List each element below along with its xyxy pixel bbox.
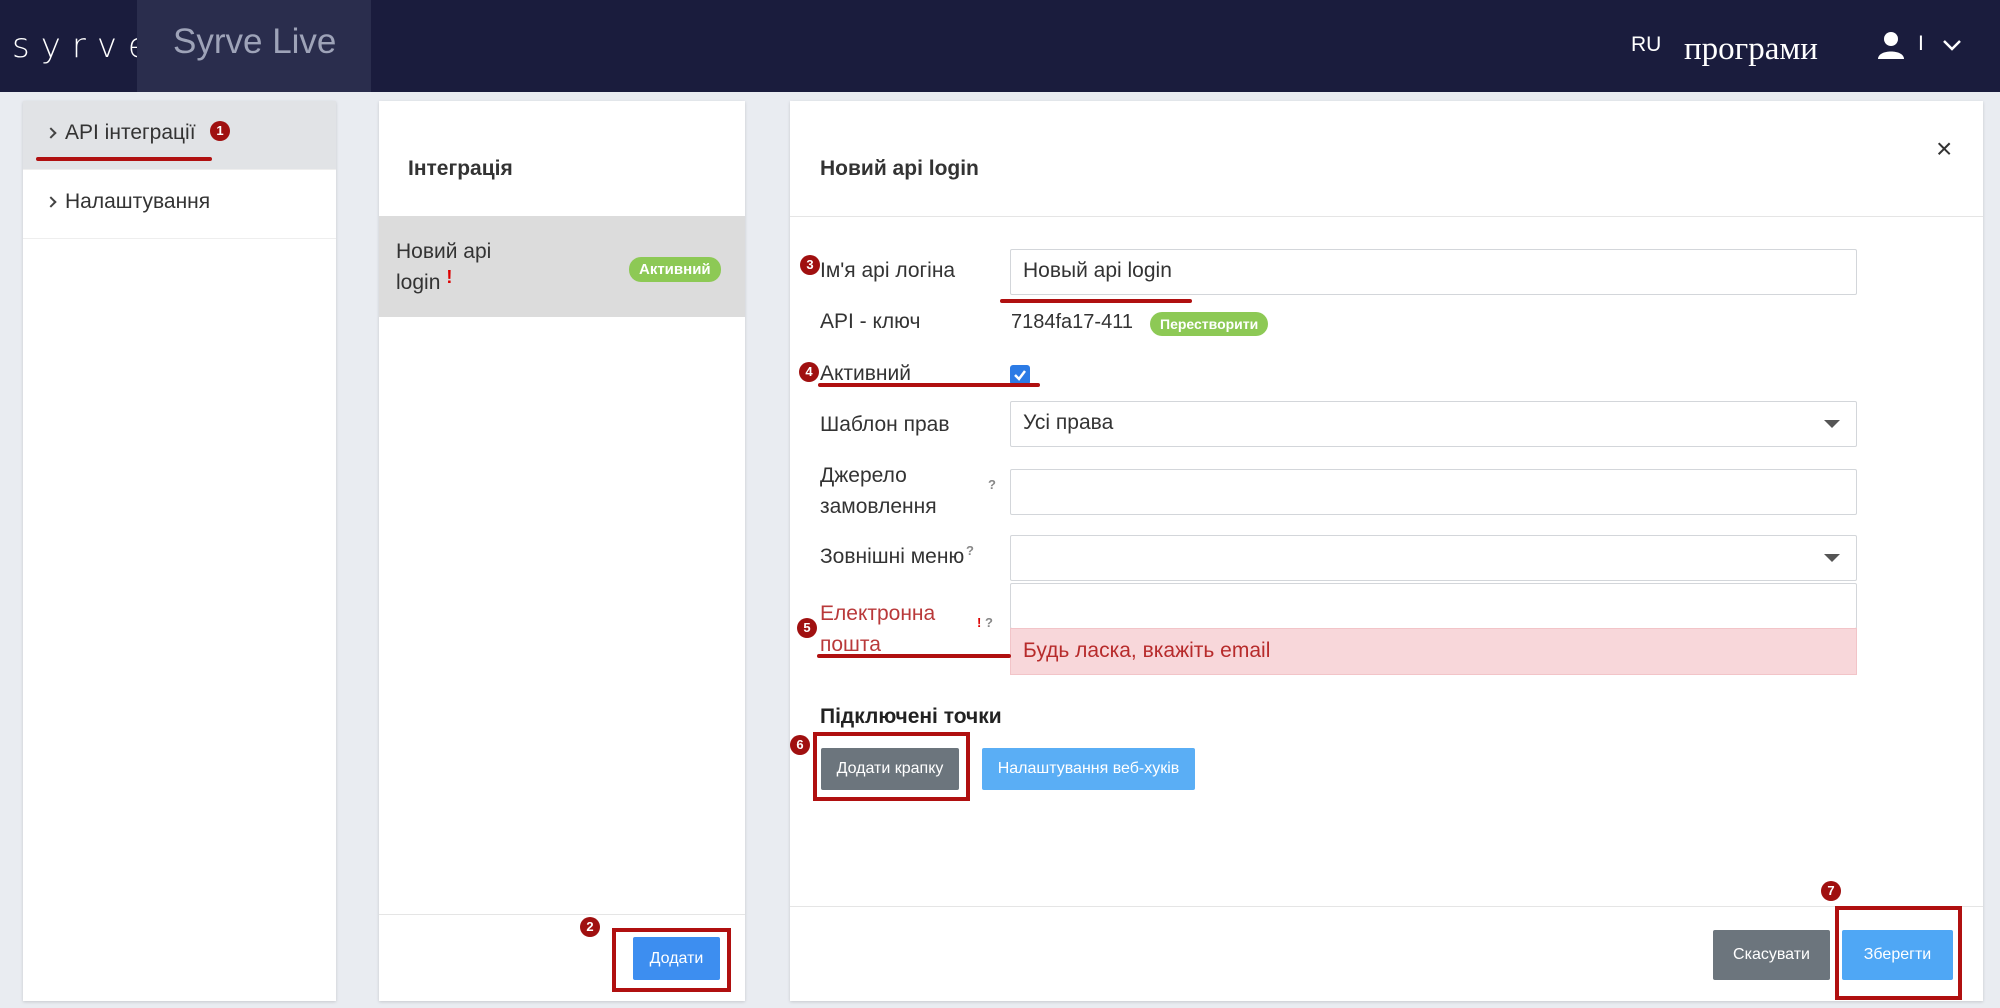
warning-mark: ! (446, 267, 453, 287)
sidebar-item-settings[interactable]: Налаштування (23, 170, 336, 239)
order-source-input[interactable] (1010, 469, 1857, 515)
rights-template-value: Усі права (1023, 411, 1114, 434)
annotation-number: 6 (790, 735, 810, 755)
active-checkbox[interactable] (1010, 365, 1030, 385)
chevron-down-icon[interactable] (1942, 38, 1962, 52)
annotation-underline (817, 654, 1011, 658)
sidebar-item-label: Налаштування (65, 190, 211, 213)
external-menu-select[interactable] (1010, 535, 1857, 581)
chevron-right-icon (45, 196, 57, 208)
annotation-number: 2 (580, 917, 600, 937)
rights-template-select[interactable]: Усі права (1010, 401, 1857, 447)
login-name-input[interactable]: Новый api login (1010, 249, 1857, 295)
integration-name: Новий api login! (396, 236, 516, 299)
caret-down-icon (1824, 554, 1840, 562)
cancel-button[interactable]: Скасувати (1713, 930, 1830, 980)
integration-list-panel: Інтеграція Новий api login! Активний Дод… (379, 101, 745, 1001)
caret-down-icon (1824, 420, 1840, 428)
integration-form-panel: Новий api login × Ім'я api логіна Новый … (790, 101, 1983, 1001)
brand-title[interactable]: Syrve Live (137, 0, 371, 92)
external-menu-label: Зовнішні меню (820, 545, 965, 568)
api-key-label: API - ключ (820, 310, 921, 333)
help-icon[interactable]: ! ? (977, 615, 993, 630)
divider (790, 216, 1983, 217)
annotation-number: 1 (210, 121, 230, 141)
annotation-box (813, 732, 970, 801)
annotation-underline (36, 157, 212, 161)
language-switch[interactable]: RU (1631, 33, 1661, 57)
close-icon[interactable]: × (1936, 133, 1952, 165)
divider (790, 906, 1983, 907)
annotation-box (1835, 906, 1962, 1000)
sidebar: API інтеграції Налаштування (23, 101, 336, 1001)
list-item[interactable]: Новий api login! Активний (379, 216, 745, 317)
programs-menu[interactable]: програми (1684, 31, 1818, 68)
form-title: Новий api login (820, 157, 979, 180)
user-icon[interactable] (1876, 30, 1906, 60)
annotation-underline (1000, 299, 1192, 303)
top-navbar: syrve Syrve Live RU програми I (0, 0, 2000, 92)
webhooks-settings-button[interactable]: Налаштування веб-хуків (982, 748, 1195, 790)
panel-title: Інтеграція (408, 157, 513, 180)
annotation-number: 4 (799, 362, 819, 382)
user-name[interactable]: I (1918, 32, 1924, 56)
annotation-number: 7 (1821, 881, 1841, 901)
rights-template-label: Шаблон прав (820, 413, 950, 436)
email-error-message: Будь ласка, вкажіть email (1010, 628, 1857, 675)
check-icon (1014, 370, 1026, 381)
integration-name-text: Новий api login (396, 240, 492, 294)
order-source-label: Джерело замовлення (820, 464, 937, 518)
chevron-right-icon (45, 127, 57, 139)
help-icon[interactable]: ? (988, 477, 996, 492)
help-mark: ? (984, 615, 993, 630)
email-label: Електронна пошта (820, 602, 936, 656)
annotation-underline (818, 383, 1040, 387)
connected-points-title: Підключені точки (820, 705, 1002, 728)
email-input[interactable] (1010, 583, 1857, 629)
annotation-number: 5 (797, 618, 817, 638)
help-icon[interactable]: ? (966, 543, 974, 558)
sidebar-item-label: API інтеграції (65, 121, 196, 144)
status-badge: Активний (629, 257, 721, 282)
divider (379, 914, 745, 915)
error-mark: ! (977, 615, 982, 630)
api-key-value: 7184fa17-411 (1011, 311, 1133, 333)
login-name-label: Ім'я api логіна (820, 259, 956, 282)
annotation-box (612, 928, 731, 992)
regenerate-key-button[interactable]: Перестворити (1150, 312, 1269, 336)
annotation-number: 3 (800, 255, 820, 275)
